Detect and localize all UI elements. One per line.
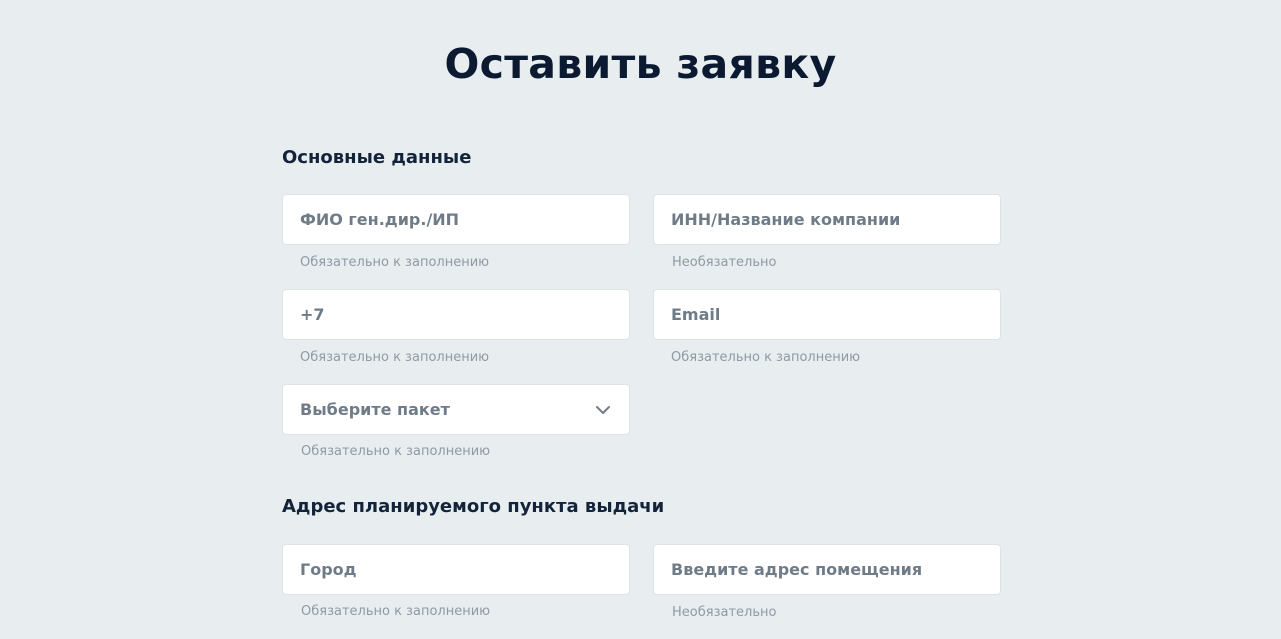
- fio-field[interactable]: [282, 194, 630, 245]
- section-title-address: Адрес планируемого пункта выдачи: [282, 496, 665, 517]
- package-hint: Обязательно к заполнению: [301, 444, 491, 459]
- email-hint: Обязательно к заполнению: [671, 350, 861, 365]
- premises-address-hint: Необязательно: [672, 605, 777, 620]
- section-title-basic: Основные данные: [282, 147, 472, 168]
- fio-input[interactable]: [283, 195, 629, 244]
- phone-hint: Обязательно к заполнению: [300, 350, 490, 365]
- package-select[interactable]: Выберите пакет: [282, 384, 630, 435]
- fio-hint: Обязательно к заполнению: [300, 255, 490, 270]
- inn-input[interactable]: [654, 195, 1000, 244]
- phone-input[interactable]: [283, 290, 629, 339]
- premises-address-field[interactable]: [653, 544, 1001, 595]
- email-field[interactable]: [653, 289, 1001, 340]
- page-title: Оставить заявку: [444, 40, 837, 88]
- inn-field[interactable]: [653, 194, 1001, 245]
- city-hint: Обязательно к заполнению: [301, 604, 491, 619]
- email-input[interactable]: [654, 290, 1000, 339]
- city-field[interactable]: [282, 544, 630, 595]
- phone-field[interactable]: [282, 289, 630, 340]
- premises-address-input[interactable]: [654, 545, 1000, 594]
- inn-hint: Необязательно: [672, 255, 777, 270]
- chevron-down-icon: [596, 406, 610, 414]
- city-input[interactable]: [283, 545, 629, 594]
- package-select-value: Выберите пакет: [300, 400, 450, 419]
